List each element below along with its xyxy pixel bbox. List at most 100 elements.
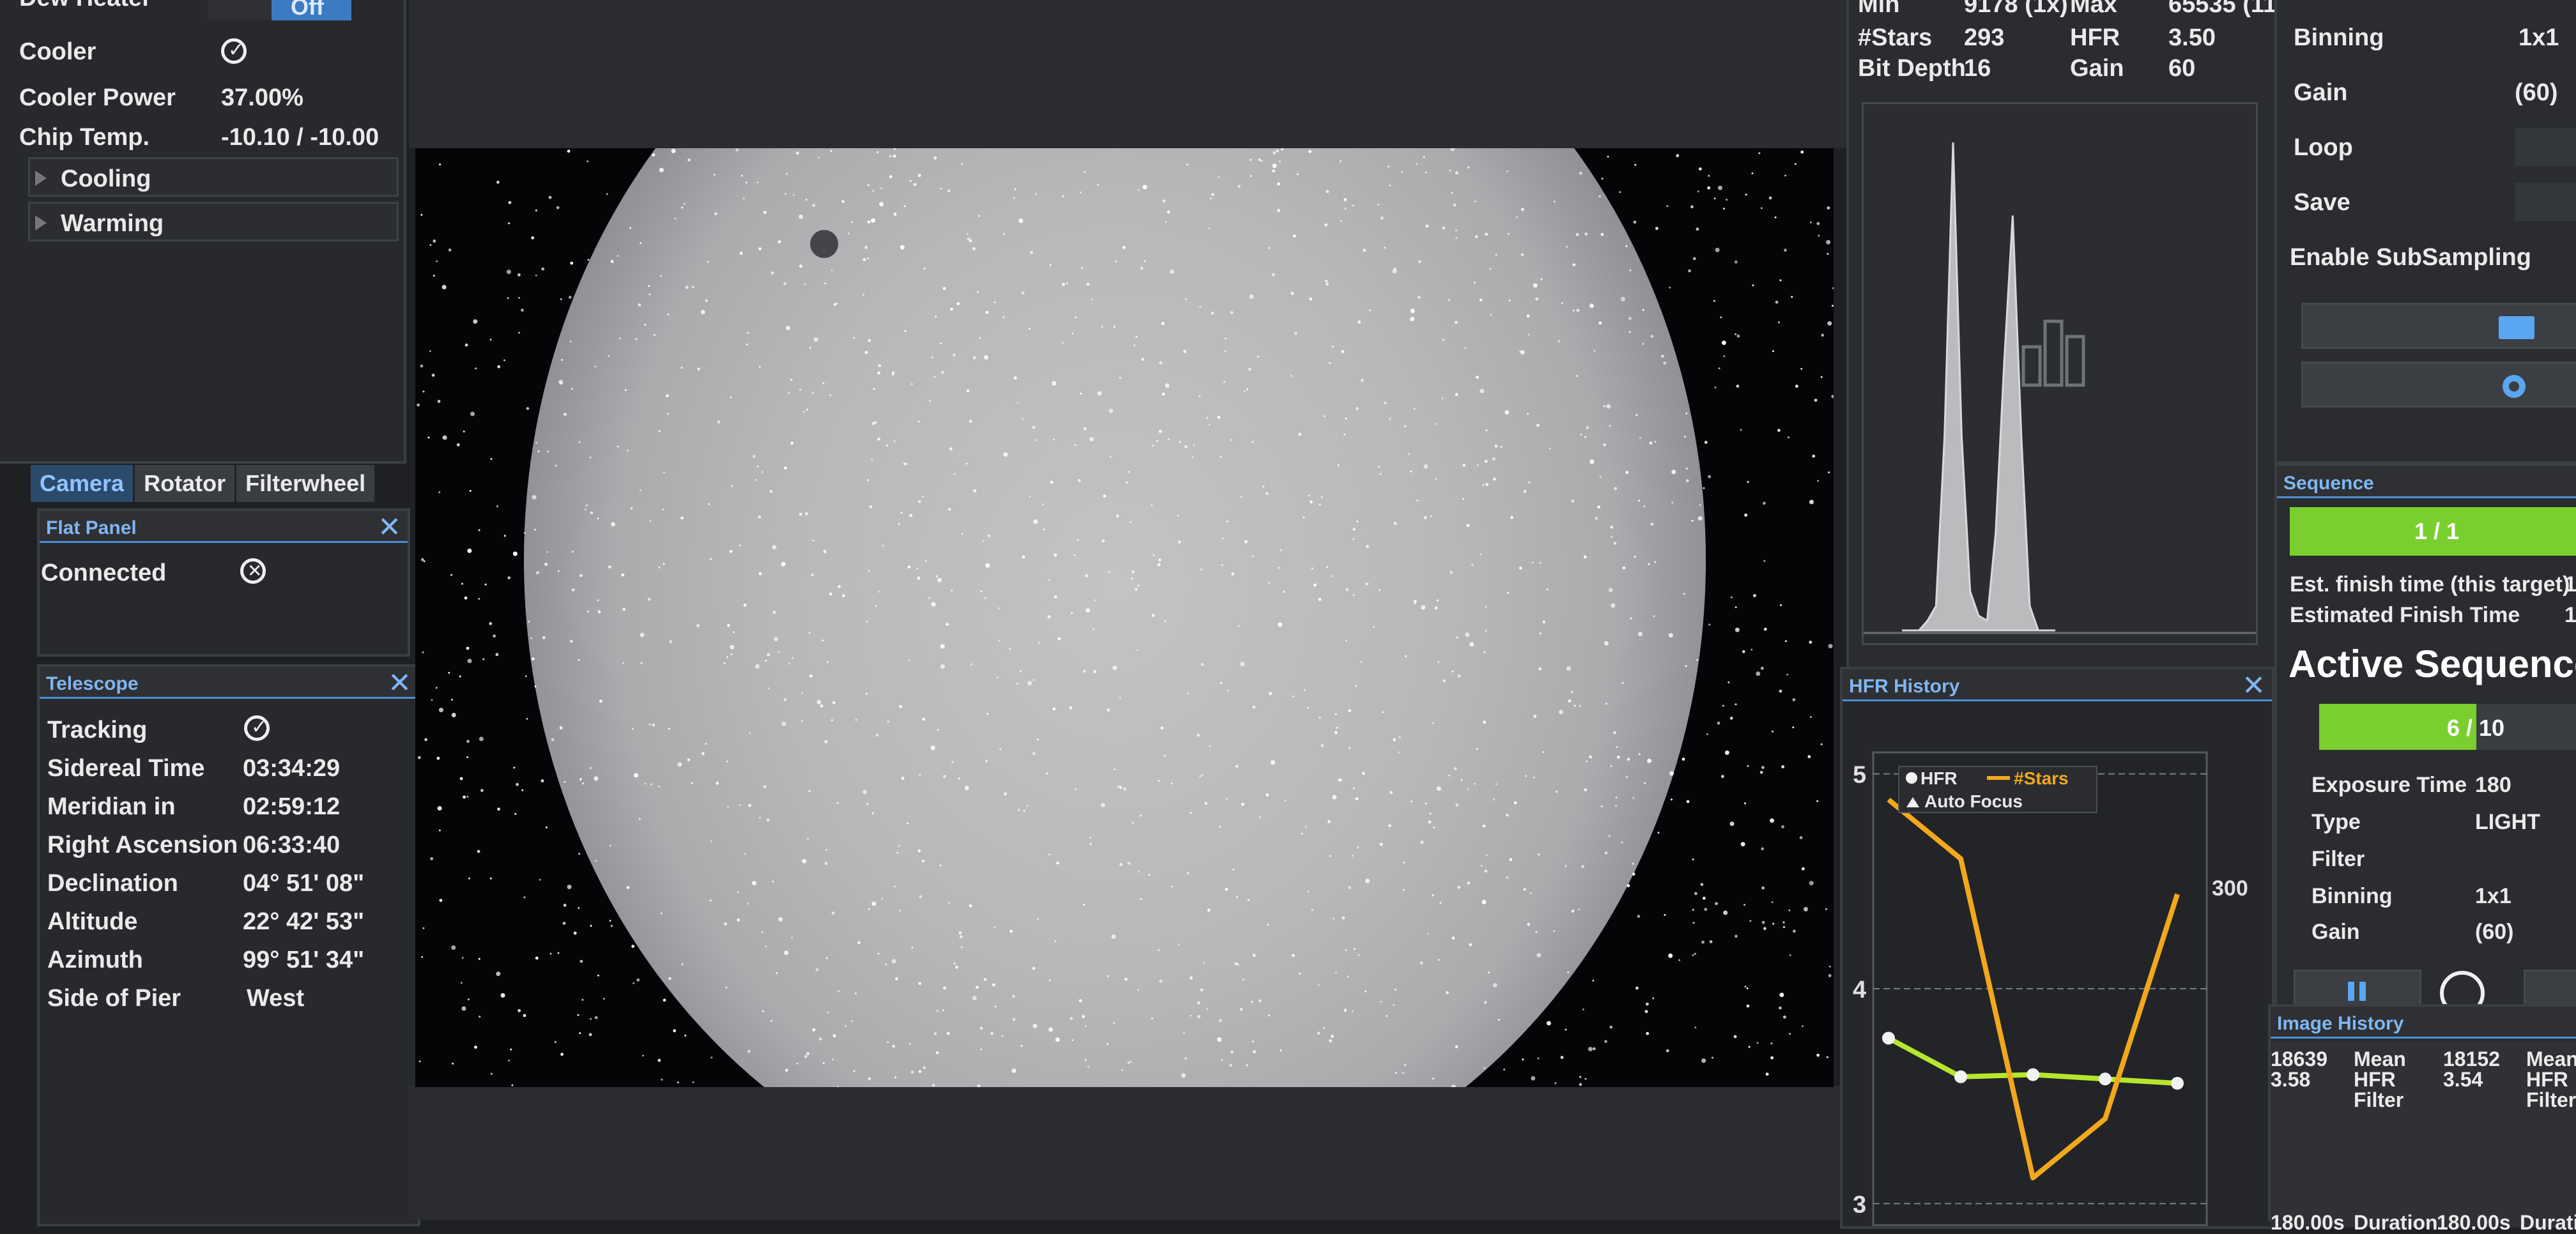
star-dot bbox=[1676, 154, 1680, 158]
star-dot bbox=[1744, 802, 1746, 805]
star-dot bbox=[1770, 818, 1774, 823]
star-dot bbox=[979, 1026, 983, 1030]
star-dot bbox=[1450, 570, 1453, 574]
close-icon[interactable]: ✕ bbox=[378, 514, 401, 542]
star-dot bbox=[1615, 796, 1618, 799]
save-toggle[interactable] bbox=[2515, 183, 2576, 221]
star-dot bbox=[1249, 294, 1254, 299]
cooling-expander[interactable]: Cooling bbox=[28, 157, 399, 197]
star-dot bbox=[595, 860, 597, 862]
exposure-time-value[interactable]: 180 bbox=[2475, 774, 2511, 796]
binning-value[interactable]: 1x1 bbox=[2518, 26, 2559, 50]
star-dot bbox=[1614, 804, 1617, 807]
star-dot bbox=[1748, 1046, 1751, 1048]
image-history-item[interactable]: 18152 Mean 3.54 HFR Filter 180.00s Durat… bbox=[2437, 1042, 2576, 1233]
seq-binning-value[interactable]: 1x1 bbox=[2475, 885, 2511, 907]
star-dot bbox=[1571, 910, 1575, 913]
star-dot bbox=[930, 745, 935, 750]
star-dot bbox=[1586, 426, 1589, 430]
star-dot bbox=[1141, 358, 1144, 361]
star-dot bbox=[891, 371, 895, 375]
star-dot bbox=[1747, 481, 1749, 484]
star-dot bbox=[1616, 746, 1618, 749]
star-dot bbox=[540, 779, 544, 782]
star-dot bbox=[1761, 847, 1765, 851]
star-dot bbox=[903, 462, 905, 465]
tab-camera[interactable]: Camera bbox=[31, 465, 135, 502]
star-dot bbox=[594, 776, 599, 781]
star-dot bbox=[1483, 651, 1486, 653]
star-dot bbox=[1280, 148, 1284, 151]
star-dot bbox=[479, 1016, 481, 1018]
pause-button[interactable] bbox=[2294, 970, 2421, 1008]
star-dot bbox=[1494, 445, 1498, 448]
star-dot bbox=[865, 692, 868, 695]
star-dot bbox=[892, 1044, 895, 1048]
star-dot bbox=[495, 653, 499, 657]
image-history-item[interactable]: 18639 Mean 3.58 HFR Filter 180.00s Durat… bbox=[2271, 1042, 2438, 1233]
star-dot bbox=[1627, 758, 1630, 761]
star-dot bbox=[992, 983, 995, 987]
close-icon[interactable]: ✕ bbox=[2242, 672, 2266, 700]
dew-heater-toggle[interactable]: Off bbox=[208, 0, 351, 20]
captured-image[interactable] bbox=[415, 148, 1834, 1087]
star-dot bbox=[1473, 282, 1476, 284]
active-sequence-title: Active Sequence D bbox=[2288, 643, 2576, 685]
star-dot bbox=[1119, 863, 1123, 866]
star-dot bbox=[683, 202, 686, 205]
loop-toggle[interactable] bbox=[2515, 128, 2576, 166]
next-button[interactable] bbox=[2524, 970, 2576, 1008]
star-dot bbox=[935, 316, 937, 318]
warming-expander[interactable]: Warming bbox=[28, 202, 399, 241]
star-dot bbox=[788, 662, 790, 665]
star-dot bbox=[531, 657, 535, 660]
star-dot bbox=[867, 479, 870, 482]
star-dot bbox=[464, 343, 468, 347]
type-value[interactable]: LIGHT bbox=[2475, 811, 2540, 833]
star-dot bbox=[1685, 479, 1689, 482]
star-dot bbox=[1666, 1049, 1669, 1053]
star-dot bbox=[668, 727, 670, 730]
star-dot bbox=[496, 971, 501, 977]
capture-button[interactable] bbox=[2301, 362, 2576, 408]
star-dot bbox=[731, 485, 733, 487]
star-dot bbox=[1637, 915, 1641, 918]
tab-rotator[interactable]: Rotator bbox=[135, 465, 237, 502]
star-dot bbox=[1469, 642, 1474, 647]
azimuth-label: Azimuth bbox=[47, 947, 143, 973]
star-dot bbox=[1779, 993, 1784, 998]
star-dot bbox=[1021, 291, 1025, 295]
star-dot bbox=[555, 464, 557, 467]
star-dot bbox=[1692, 858, 1694, 861]
star-dot bbox=[1022, 418, 1023, 420]
star-dot bbox=[1345, 639, 1347, 642]
hfr-point bbox=[1882, 1032, 1895, 1045]
star-dot bbox=[1571, 690, 1574, 693]
seq-gain-value[interactable]: (60) bbox=[2475, 921, 2513, 943]
star-dot bbox=[1633, 220, 1637, 224]
star-dot bbox=[758, 247, 762, 250]
star-dot bbox=[871, 812, 874, 814]
gain-value[interactable]: (60) bbox=[2515, 80, 2558, 105]
star-dot bbox=[1298, 973, 1301, 975]
star-dot bbox=[1276, 149, 1279, 153]
star-dot bbox=[687, 758, 691, 761]
star-dot bbox=[1565, 865, 1567, 867]
binning-label: Binning bbox=[2294, 24, 2384, 51]
tab-filterwheel[interactable]: Filterwheel bbox=[236, 465, 377, 502]
image-history-title: Image History bbox=[2277, 1013, 2404, 1034]
open-folder-button[interactable] bbox=[2301, 303, 2576, 349]
star-dot bbox=[791, 936, 793, 939]
star-dot bbox=[919, 773, 921, 776]
star-dot bbox=[1529, 892, 1532, 894]
star-dot bbox=[1701, 1058, 1706, 1063]
star-dot bbox=[1549, 447, 1551, 450]
star-dot bbox=[1199, 395, 1200, 397]
star-dot bbox=[1357, 846, 1360, 849]
star-dot bbox=[1597, 505, 1600, 509]
star-dot bbox=[812, 204, 815, 207]
imaging-panel: Binning 1x1 Gain (60) Loop Save Enable S… bbox=[2274, 0, 2576, 464]
close-icon[interactable]: ✕ bbox=[388, 669, 411, 697]
star-dot bbox=[1029, 328, 1031, 330]
star-dot bbox=[644, 782, 647, 785]
